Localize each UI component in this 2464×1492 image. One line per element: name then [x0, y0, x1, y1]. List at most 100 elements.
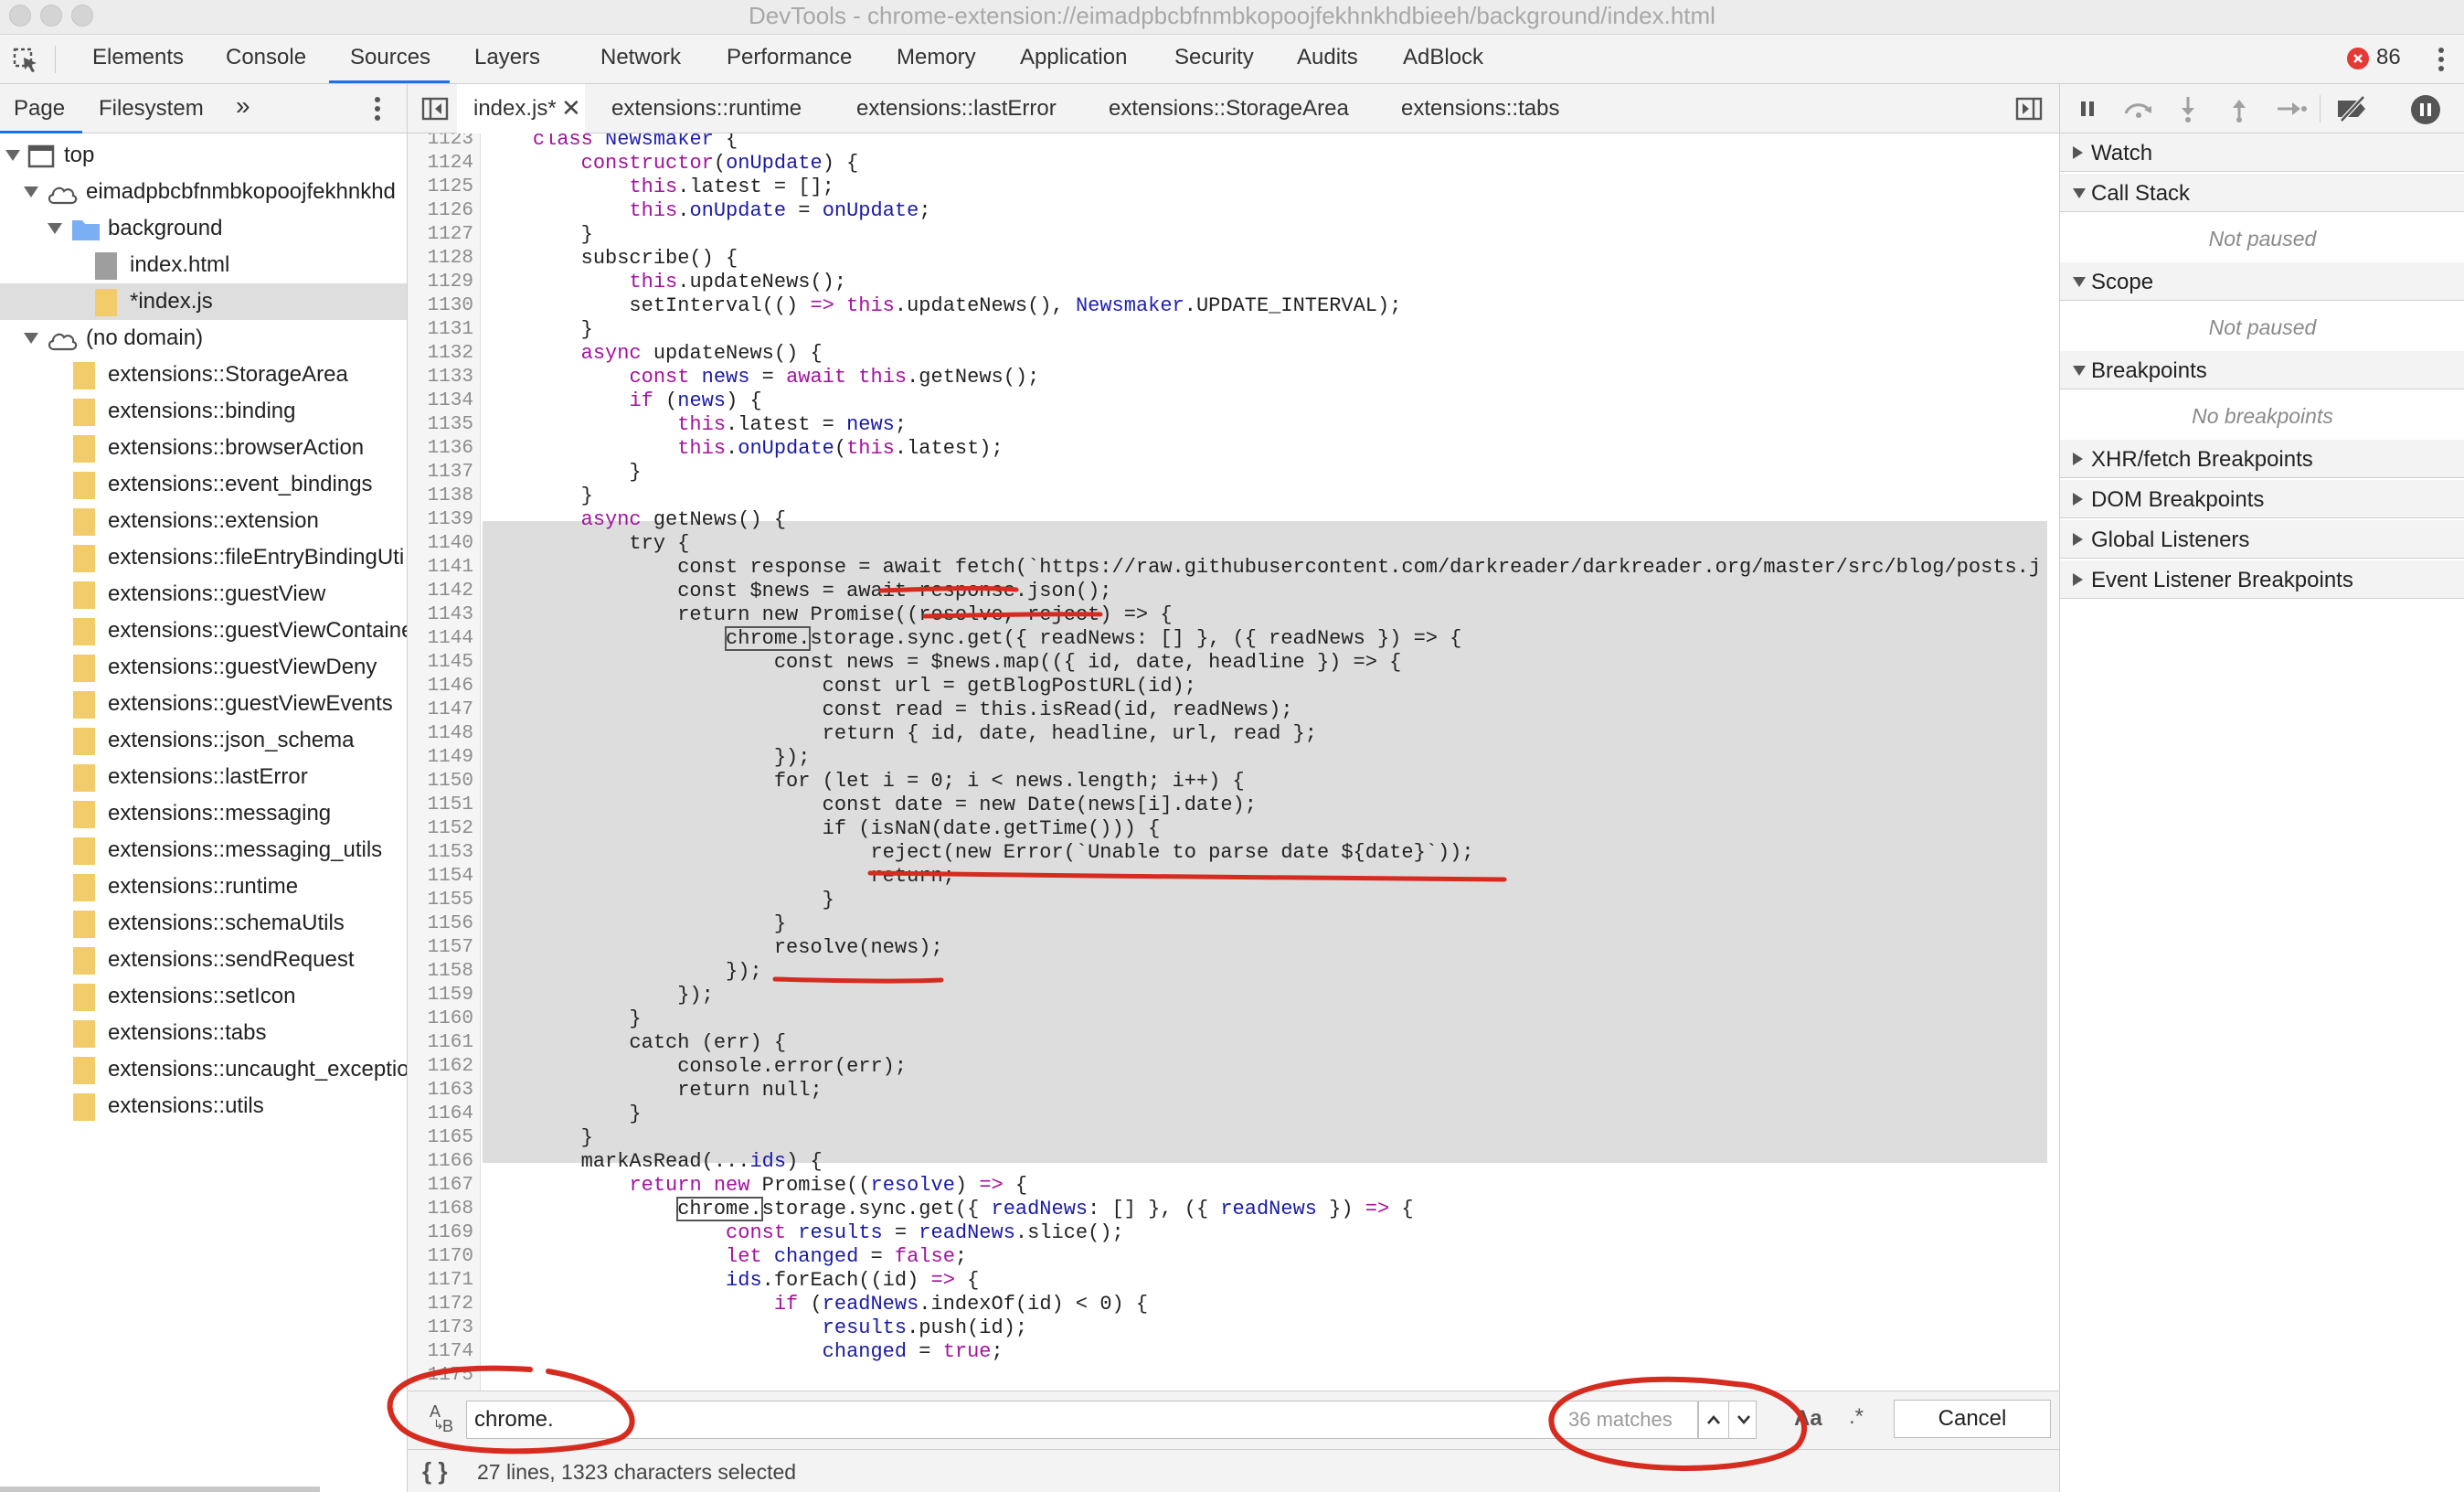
- tree-item-file[interactable]: extensions::guestView: [0, 576, 407, 613]
- line-number[interactable]: 1135: [411, 413, 473, 437]
- toggle-navigator-icon[interactable]: [420, 95, 450, 123]
- line-number[interactable]: 1144: [411, 627, 473, 651]
- step-into-icon[interactable]: [2175, 94, 2201, 123]
- tree-item-file[interactable]: extensions::tabs: [0, 1015, 407, 1051]
- navigator-menu-icon[interactable]: [366, 93, 389, 124]
- search-input[interactable]: [466, 1401, 1698, 1439]
- tree-item-file[interactable]: extensions::binding: [0, 393, 407, 430]
- pane-breakpoints[interactable]: Breakpoints: [2060, 351, 2464, 389]
- expand-triangle-icon[interactable]: [48, 223, 62, 234]
- pane-call-stack[interactable]: Call Stack: [2060, 174, 2464, 212]
- expand-triangle-icon[interactable]: [2073, 188, 2086, 198]
- line-number[interactable]: 1161: [411, 1031, 473, 1055]
- line-number[interactable]: 1126: [411, 199, 473, 223]
- line-number[interactable]: 1167: [411, 1174, 473, 1198]
- editor-tab-lasterror[interactable]: extensions::lastError: [856, 96, 1057, 122]
- tree-item-file[interactable]: extensions::messaging_utils: [0, 832, 407, 869]
- line-number[interactable]: 1131: [411, 318, 473, 342]
- more-tabs-chevron-icon[interactable]: »: [236, 91, 250, 121]
- tree-item-index-html[interactable]: index.html: [0, 247, 407, 283]
- line-number[interactable]: 1149: [411, 746, 473, 770]
- tree-item-file[interactable]: extensions::browserAction: [0, 430, 407, 466]
- cancel-search-button[interactable]: Cancel: [1894, 1400, 2051, 1438]
- line-number[interactable]: 1154: [411, 865, 473, 889]
- pane-dom-breakpoints[interactable]: DOM Breakpoints: [2060, 480, 2464, 518]
- tree-item-file[interactable]: extensions::fileEntryBindingUti: [0, 539, 407, 576]
- line-number[interactable]: 1127: [411, 223, 473, 247]
- line-number[interactable]: 1141: [411, 556, 473, 580]
- tree-item-file[interactable]: extensions::guestViewDeny: [0, 649, 407, 686]
- line-number[interactable]: 1173: [411, 1316, 473, 1340]
- pause-icon[interactable]: [2075, 96, 2100, 122]
- line-number[interactable]: 1164: [411, 1103, 473, 1126]
- line-number[interactable]: 1155: [411, 889, 473, 912]
- editor-tab-storagearea[interactable]: extensions::StorageArea: [1109, 96, 1349, 122]
- line-number[interactable]: 1129: [411, 271, 473, 294]
- tree-item-file[interactable]: extensions::utils: [0, 1088, 407, 1124]
- line-number[interactable]: 1148: [411, 722, 473, 746]
- tab-performance[interactable]: Performance: [727, 45, 852, 70]
- line-number[interactable]: 1152: [411, 817, 473, 841]
- line-number[interactable]: 1128: [411, 247, 473, 271]
- tab-adblock[interactable]: AdBlock: [1403, 45, 1483, 70]
- tree-item-file[interactable]: extensions::StorageArea: [0, 357, 407, 393]
- tree-item-file[interactable]: extensions::messaging: [0, 795, 407, 832]
- tab-page[interactable]: Page: [14, 96, 65, 122]
- line-number[interactable]: 1146: [411, 675, 473, 698]
- line-number[interactable]: 1156: [411, 912, 473, 936]
- expand-triangle-icon[interactable]: [2073, 453, 2083, 465]
- tab-application[interactable]: Application: [1020, 45, 1127, 70]
- line-number[interactable]: 1159: [411, 984, 473, 1007]
- editor-tab-tabs[interactable]: extensions::tabs: [1401, 96, 1559, 122]
- expand-triangle-icon[interactable]: [5, 150, 20, 161]
- tab-memory[interactable]: Memory: [897, 45, 976, 70]
- line-number[interactable]: 1140: [411, 532, 473, 556]
- expand-triangle-icon[interactable]: [2073, 146, 2083, 159]
- line-number[interactable]: 1145: [411, 651, 473, 675]
- tree-item-file[interactable]: extensions::guestViewEvents: [0, 686, 407, 722]
- line-number[interactable]: 1160: [411, 1007, 473, 1031]
- tab-network[interactable]: Network: [600, 45, 681, 70]
- editor-tab-index-js[interactable]: index.js* ✕: [457, 84, 585, 133]
- step-icon[interactable]: [2276, 96, 2307, 122]
- line-number[interactable]: 1139: [411, 508, 473, 532]
- expand-triangle-icon[interactable]: [24, 333, 38, 344]
- close-tab-icon[interactable]: ✕: [561, 94, 581, 123]
- line-number[interactable]: 1133: [411, 366, 473, 389]
- line-number[interactable]: 1172: [411, 1293, 473, 1316]
- expand-triangle-icon[interactable]: [2073, 493, 2083, 506]
- deactivate-breakpoints-icon[interactable]: [2334, 94, 2371, 123]
- tab-filesystem[interactable]: Filesystem: [99, 96, 204, 122]
- tab-sources[interactable]: Sources: [350, 45, 430, 70]
- line-number[interactable]: 1163: [411, 1079, 473, 1103]
- step-out-icon[interactable]: [2226, 94, 2252, 123]
- pane-global-listeners[interactable]: Global Listeners: [2060, 520, 2464, 559]
- editor-tab-runtime[interactable]: extensions::runtime: [611, 96, 802, 122]
- line-number[interactable]: 1165: [411, 1126, 473, 1150]
- tab-audits[interactable]: Audits: [1297, 45, 1358, 70]
- next-match-icon[interactable]: [1728, 1401, 1758, 1438]
- pause-on-exceptions-icon[interactable]: [2411, 95, 2440, 124]
- line-number[interactable]: 1153: [411, 841, 473, 865]
- tree-item-file[interactable]: extensions::setIcon: [0, 978, 407, 1015]
- line-number[interactable]: 1123: [411, 133, 473, 152]
- inspect-element-icon[interactable]: [9, 44, 42, 77]
- line-number[interactable]: 1134: [411, 389, 473, 413]
- line-number[interactable]: 1142: [411, 580, 473, 603]
- toggle-debugger-icon[interactable]: [2014, 95, 2044, 123]
- line-number[interactable]: 1174: [411, 1340, 473, 1364]
- tab-security[interactable]: Security: [1174, 45, 1254, 70]
- tree-item-file[interactable]: extensions::runtime: [0, 869, 407, 905]
- replace-toggle-icon[interactable]: A ↳ B: [424, 1402, 461, 1439]
- line-number[interactable]: 1166: [411, 1150, 473, 1174]
- tree-item-file[interactable]: extensions::uncaught_exceptio: [0, 1051, 407, 1088]
- tab-elements[interactable]: Elements: [92, 45, 184, 70]
- line-number[interactable]: 1125: [411, 176, 473, 199]
- tree-item-file[interactable]: extensions::event_bindings: [0, 466, 407, 503]
- tree-item-file[interactable]: extensions::extension: [0, 503, 407, 539]
- pane-event-listener-breakpoints[interactable]: Event Listener Breakpoints: [2060, 560, 2464, 599]
- line-number[interactable]: 1143: [411, 603, 473, 627]
- line-number[interactable]: 1136: [411, 437, 473, 461]
- tree-item-file[interactable]: extensions::sendRequest: [0, 942, 407, 978]
- line-number[interactable]: 1150: [411, 770, 473, 794]
